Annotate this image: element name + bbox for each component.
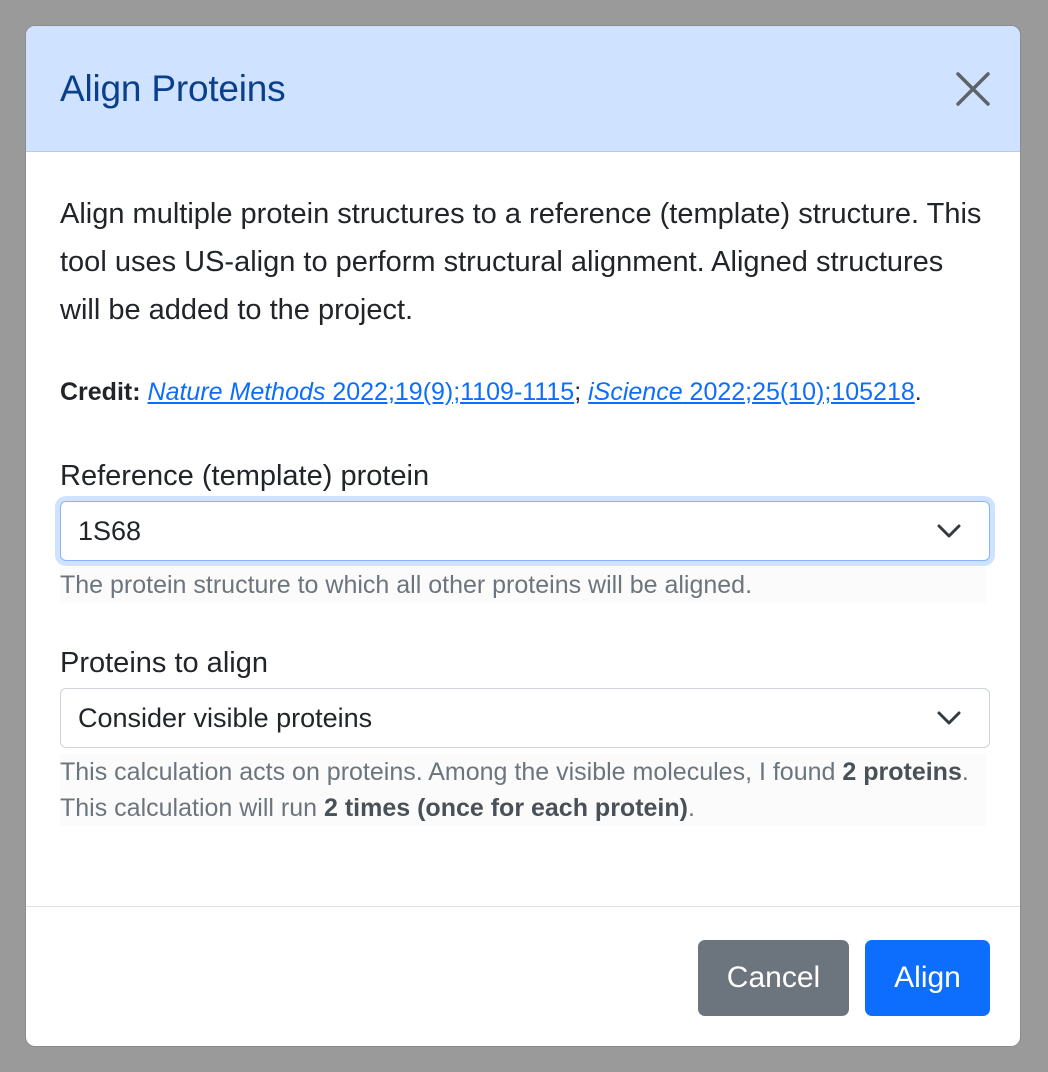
modal-body: Align multiple protein structures to a r… (60, 152, 990, 826)
credit-line: Credit: Nature Methods 2022;19(9);1109-1… (60, 368, 986, 416)
proteins-to-align-help: This calculation acts on proteins. Among… (60, 754, 986, 826)
credit-citation-2: 2022;25(10);105218 (682, 378, 915, 406)
proteins-to-align-select[interactable]: Consider visible proteins (60, 688, 990, 748)
reference-protein-value: 1S68 (78, 516, 142, 546)
credit-citation-1: 2022;19(9);1109-1115 (325, 378, 575, 406)
help-bold-run-count: 2 times (once for each protein) (324, 794, 688, 822)
chevron-down-icon (937, 524, 961, 538)
credit-end: . (914, 378, 922, 406)
chevron-down-icon (937, 711, 961, 725)
align-button[interactable]: Align (865, 940, 990, 1016)
cancel-button[interactable]: Cancel (698, 940, 849, 1016)
reference-protein-select[interactable]: 1S68 (60, 501, 990, 561)
align-proteins-dialog: Align Proteins Align multiple protein st… (25, 25, 1021, 1047)
credit-label: Credit: (60, 378, 141, 406)
credit-journal-1: Nature Methods (147, 378, 326, 406)
reference-protein-help: The protein structure to which all other… (60, 567, 986, 603)
proteins-to-align-value: Consider visible proteins (78, 703, 373, 733)
modal-title: Align Proteins (60, 68, 286, 109)
credit-link-iscience[interactable]: iScience 2022;25(10);105218 (588, 378, 915, 406)
modal-footer: Cancel Align (26, 906, 1020, 1046)
help-text-3: . (687, 794, 695, 822)
close-icon[interactable] (956, 72, 990, 106)
reference-protein-label: Reference (template) protein (60, 460, 430, 492)
proteins-to-align-label: Proteins to align (60, 647, 268, 679)
credit-link-nature-methods[interactable]: Nature Methods 2022;19(9);1109-1115 (148, 378, 575, 406)
help-text-1: This calculation acts on proteins. Among… (60, 758, 843, 786)
credit-journal-2: iScience (588, 378, 683, 406)
intro-text: Align multiple protein structures to a r… (60, 198, 982, 326)
credit-separator: ; (574, 378, 589, 406)
modal-header: Align Proteins (26, 26, 1020, 152)
help-bold-protein-count: 2 proteins (842, 758, 962, 786)
